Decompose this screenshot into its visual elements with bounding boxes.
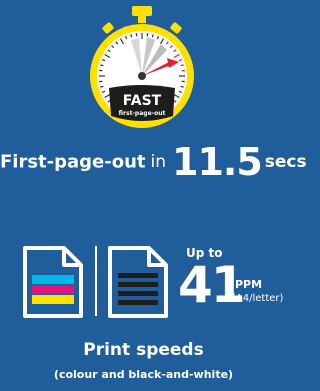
print-speeds-title: Print speeds xyxy=(83,340,204,360)
ppm-unit: PPM xyxy=(235,278,263,291)
stopwatch-icon: FAST first-page-out xyxy=(87,4,197,138)
ppm-value: 41 xyxy=(178,256,246,314)
paper-size-label: (A4/letter) xyxy=(232,293,284,304)
stopwatch-tick xyxy=(130,34,133,38)
mono-document-icon xyxy=(107,245,169,319)
first-page-out-line: First-page-out in 11.5 secs xyxy=(0,140,307,186)
first-page-out-connector: in xyxy=(150,152,167,172)
print-speeds-subtitle: (colour and black-and-white) xyxy=(53,368,234,381)
first-page-out-caption: first-page-out xyxy=(119,110,166,117)
stopwatch-tick xyxy=(151,34,154,38)
stopwatch-tick xyxy=(180,64,184,67)
icon-divider xyxy=(95,246,97,316)
first-page-out-unit: secs xyxy=(264,152,307,172)
fast-badge-text: FAST xyxy=(123,93,162,109)
first-page-out-label: First-page-out xyxy=(0,151,146,173)
stopwatch-tick xyxy=(180,85,184,88)
stopwatch-tick xyxy=(100,64,104,67)
first-page-out-value: 11.5 xyxy=(172,140,263,184)
stopwatch-tick xyxy=(100,85,104,88)
colour-document-icon xyxy=(22,245,84,319)
